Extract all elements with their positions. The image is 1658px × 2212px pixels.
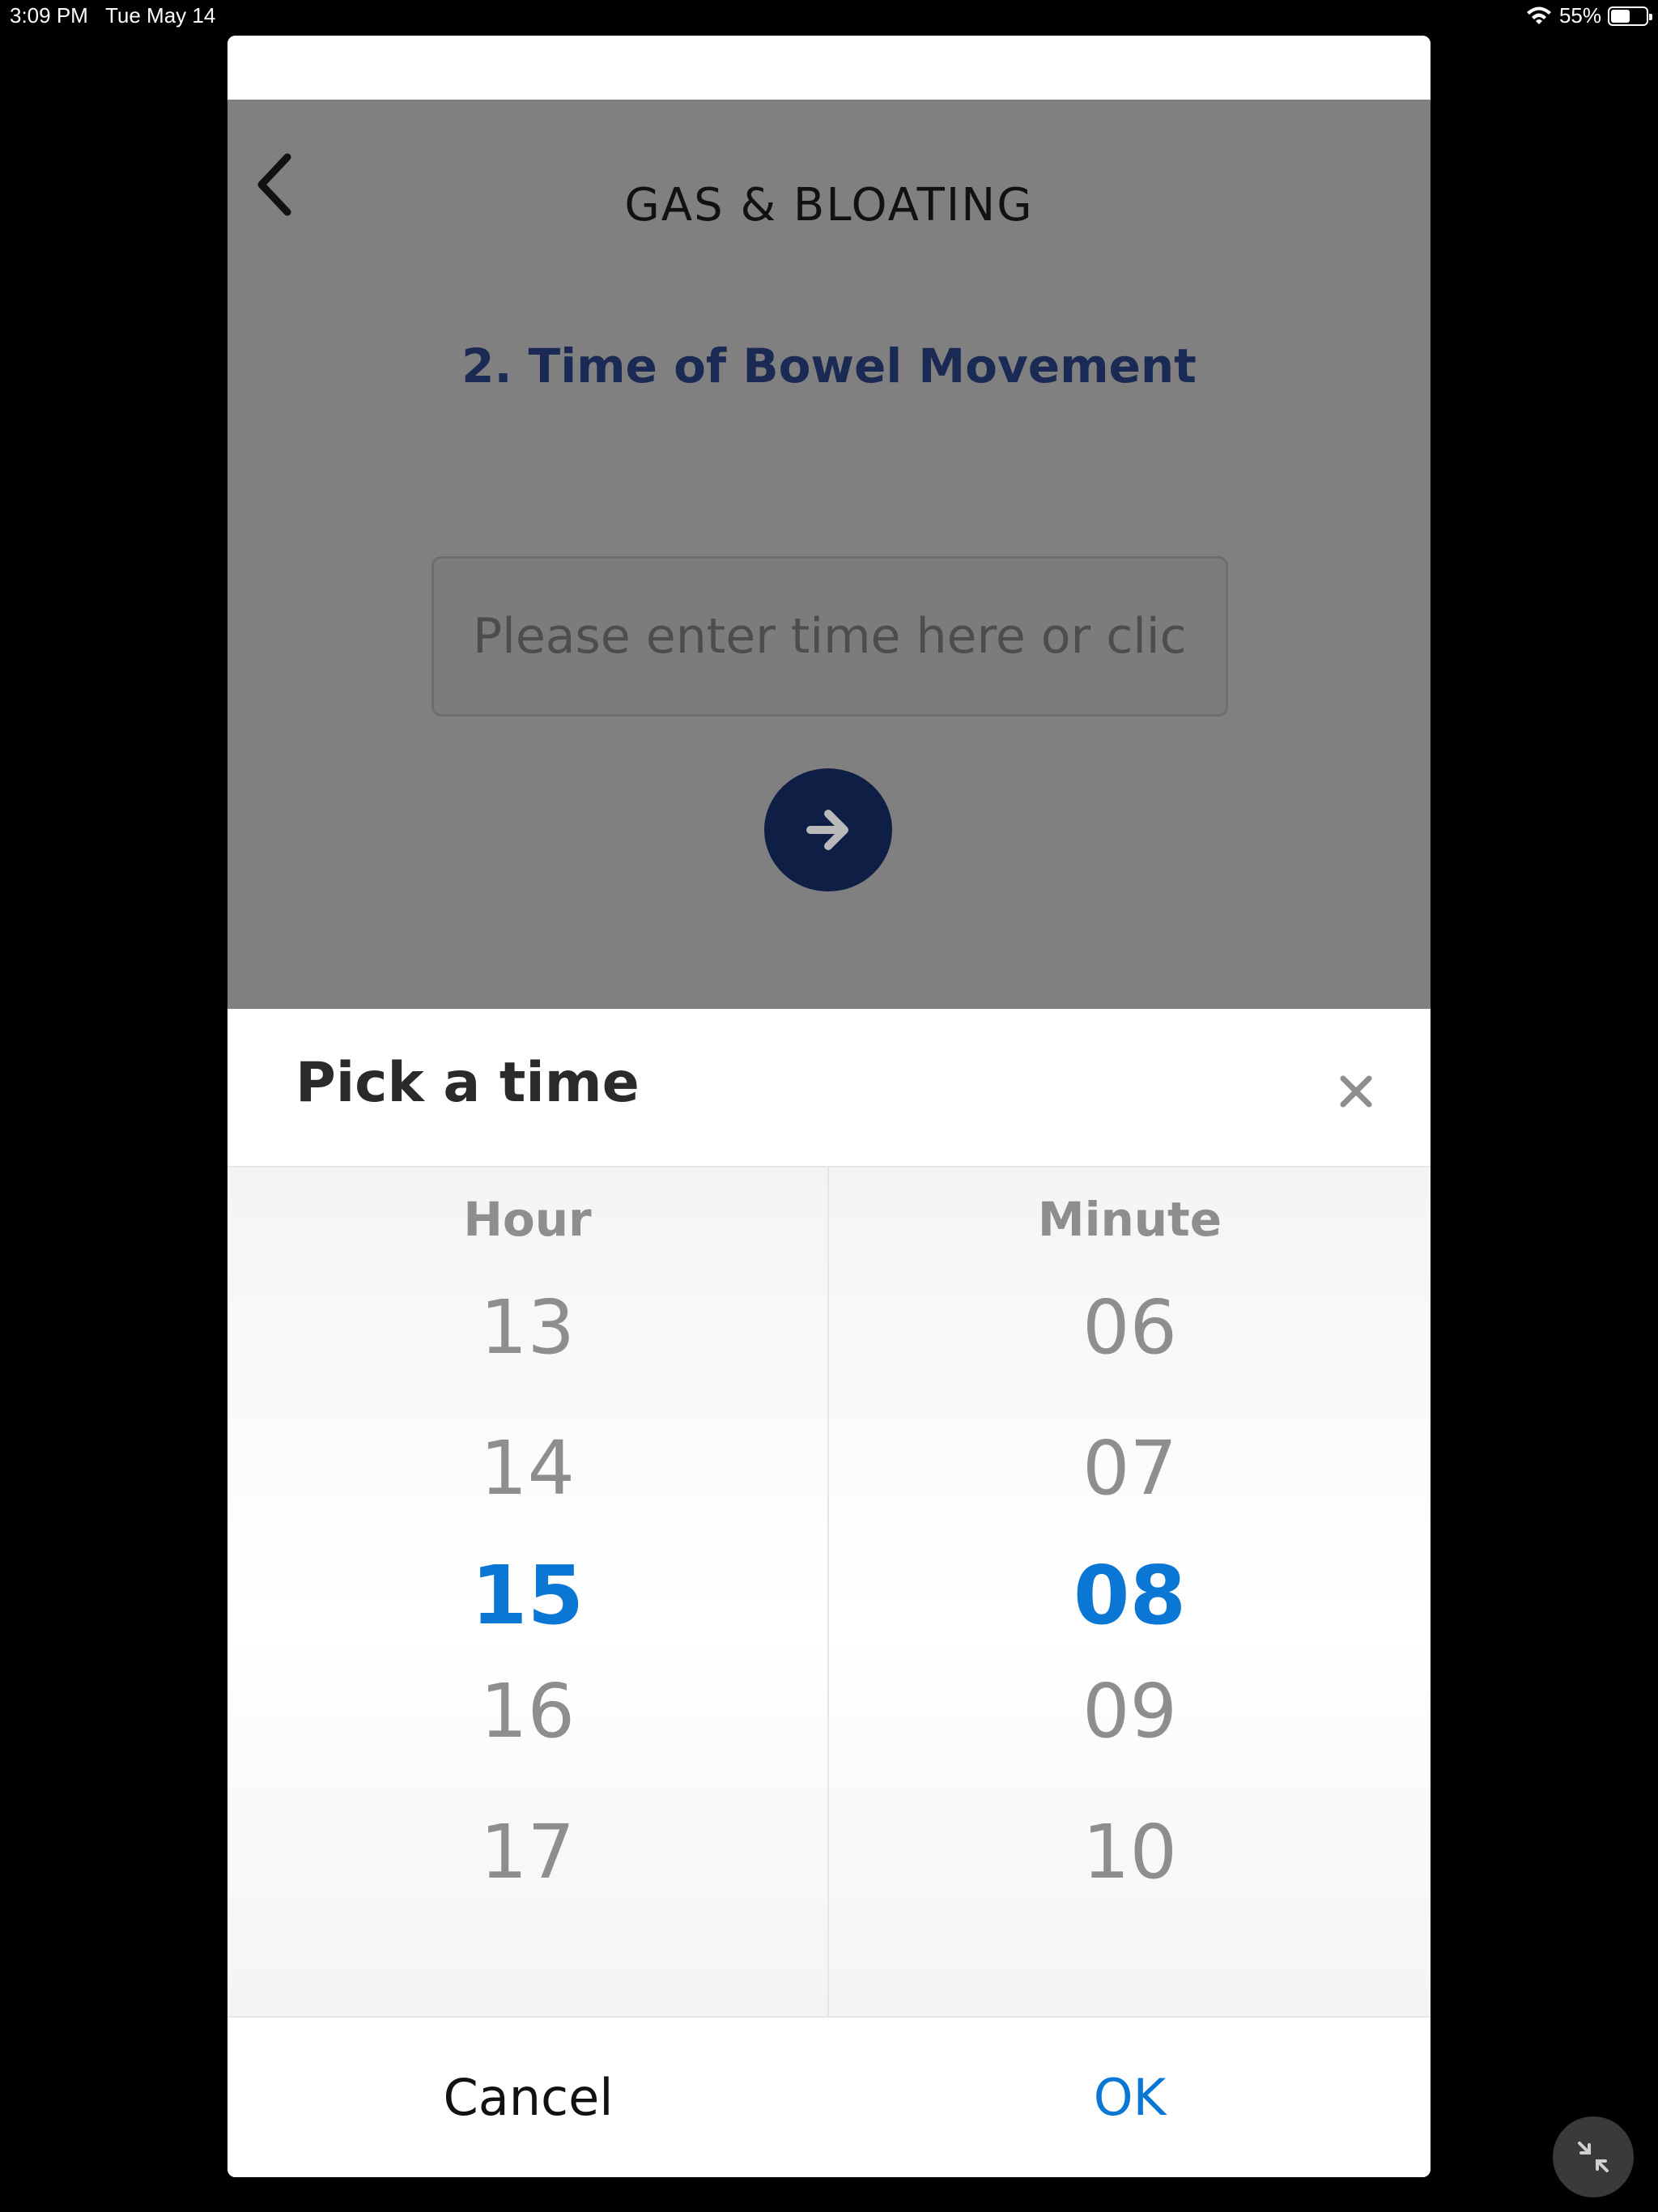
wifi-icon — [1526, 6, 1551, 24]
frame-top-bar — [227, 36, 1431, 100]
hour-option[interactable]: 13 — [227, 1284, 827, 1371]
battery-percent: 55% — [1558, 3, 1601, 28]
minute-option[interactable]: 07 — [829, 1425, 1431, 1512]
collapse-button[interactable] — [1553, 2116, 1634, 2197]
battery-icon — [1608, 6, 1652, 26]
minute-option[interactable]: 06 — [829, 1284, 1431, 1371]
minute-wheel[interactable]: Minute 06 07 08 09 10 — [829, 1168, 1431, 2016]
status-time: 3:09 PM — [10, 3, 88, 28]
status-date: Tue May 14 — [105, 3, 216, 28]
status-bar: 3:09 PM Tue May 14 55% — [0, 0, 1658, 32]
wheel-area: Hour 13 14 15 16 17 Minute 06 07 08 09 1… — [227, 1168, 1431, 2016]
hour-option[interactable]: 17 — [227, 1809, 827, 1895]
hour-label: Hour — [463, 1192, 592, 1247]
minute-option-selected[interactable]: 08 — [829, 1548, 1431, 1643]
cancel-button[interactable]: Cancel — [227, 2018, 829, 2177]
minute-option[interactable]: 09 — [829, 1668, 1431, 1755]
hour-option[interactable]: 14 — [227, 1425, 827, 1512]
picker-footer: Cancel OK — [227, 2016, 1431, 2177]
next-button[interactable] — [764, 768, 892, 891]
hour-option-selected[interactable]: 15 — [227, 1548, 827, 1643]
minute-option[interactable]: 10 — [829, 1809, 1431, 1895]
battery-tip — [1649, 13, 1652, 20]
picker-title: Pick a time — [295, 1051, 640, 1115]
page-title: GAS & BLOATING — [624, 179, 1034, 232]
question-title: 2. Time of Bowel Movement — [461, 338, 1197, 393]
minute-label: Minute — [1037, 1192, 1222, 1247]
hour-option[interactable]: 16 — [227, 1668, 827, 1755]
arrow-right-icon — [806, 810, 848, 850]
hour-wheel[interactable]: Hour 13 14 15 16 17 — [227, 1168, 829, 2016]
time-input[interactable] — [432, 556, 1228, 717]
page-content: GAS & BLOATING 2. Time of Bowel Movement — [227, 100, 1431, 1009]
picker-header: Pick a time — [227, 1009, 1431, 1168]
battery-fill — [1611, 9, 1630, 23]
collapse-icon — [1578, 2142, 1609, 2172]
app-window: GAS & BLOATING 2. Time of Bowel Movement… — [227, 36, 1431, 2177]
ok-button[interactable]: OK — [829, 2018, 1431, 2177]
close-button[interactable] — [1337, 1072, 1375, 1111]
status-right: 55% — [1525, 3, 1652, 28]
time-picker: Pick a time Hour 13 14 15 16 17 Minute 0… — [227, 1009, 1431, 2177]
close-icon — [1340, 1075, 1372, 1108]
